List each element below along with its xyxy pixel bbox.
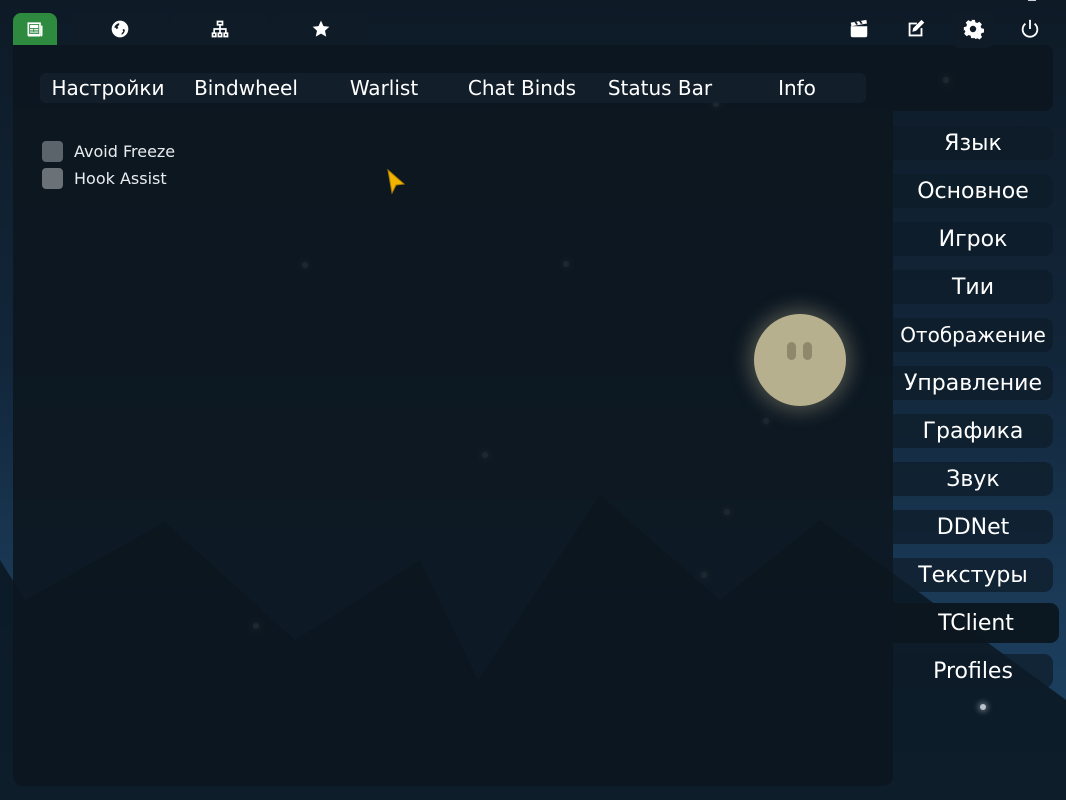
tab-settings[interactable]: Настройки: [40, 73, 176, 103]
power-icon: [1021, 19, 1039, 38]
menu-tclient[interactable]: TClient: [893, 603, 1059, 643]
tab-news[interactable]: [13, 13, 57, 45]
star-icon: [312, 20, 330, 37]
tab-chat-binds[interactable]: Chat Binds: [453, 73, 591, 103]
moon-eye: [803, 342, 812, 360]
star: [980, 704, 986, 710]
menu-language[interactable]: Язык: [893, 126, 1053, 160]
tab-info[interactable]: Info: [728, 73, 866, 103]
menu-label: Язык: [944, 131, 1002, 156]
menu-label: Profiles: [933, 659, 1013, 684]
menu-general[interactable]: Основное: [893, 174, 1053, 208]
menu-label: Отображение: [900, 323, 1046, 347]
menu-sound[interactable]: Звук: [893, 462, 1053, 496]
tab-internet[interactable]: [71, 13, 169, 45]
window-minimize-mark: [1028, 0, 1036, 1]
menu-tee[interactable]: Тии: [893, 270, 1053, 304]
quit-button[interactable]: [1009, 10, 1051, 48]
menu-label: TClient: [938, 611, 1014, 636]
avoid-freeze-option[interactable]: Avoid Freeze: [42, 140, 175, 162]
settings-button[interactable]: [952, 10, 994, 48]
demos-button[interactable]: [838, 10, 880, 48]
hook-assist-label: Hook Assist: [74, 168, 167, 188]
clapperboard-icon: [850, 19, 868, 38]
avoid-freeze-checkbox[interactable]: [42, 140, 63, 162]
network-icon: [211, 20, 229, 38]
menu-label: Звук: [946, 467, 1000, 492]
globe-icon: [111, 20, 129, 38]
edit-icon: [908, 19, 925, 37]
moon-face: [754, 314, 846, 406]
tab-warlist[interactable]: Warlist: [315, 73, 453, 103]
sub-tab-bar: Настройки Bindwheel Warlist Chat Binds S…: [40, 73, 866, 103]
menu-label: Графика: [922, 419, 1024, 444]
moon-eye: [787, 342, 796, 360]
gear-icon: [963, 19, 984, 40]
menu-label: Текстуры: [918, 563, 1028, 588]
menu-label: Основное: [917, 179, 1029, 204]
tab-status-bar[interactable]: Status Bar: [591, 73, 729, 103]
tab-lan[interactable]: [171, 13, 269, 45]
menu-profiles[interactable]: Profiles: [893, 654, 1053, 688]
newspaper-icon: [27, 22, 43, 37]
settings-panel-top-right: [893, 45, 1053, 111]
menu-controls[interactable]: Управление: [893, 366, 1053, 400]
editor-button[interactable]: [895, 10, 937, 48]
menu-label: DDNet: [936, 515, 1010, 540]
avoid-freeze-label: Avoid Freeze: [74, 141, 176, 161]
menu-textures[interactable]: Текстуры: [893, 558, 1053, 592]
hook-assist-checkbox[interactable]: [42, 167, 63, 189]
tab-bindwheel[interactable]: Bindwheel: [177, 73, 315, 103]
menu-label: Тии: [951, 275, 995, 300]
mouse-cursor-icon: [387, 168, 406, 194]
menu-appearance[interactable]: Отображение: [893, 318, 1053, 352]
menu-ddnet[interactable]: DDNet: [893, 510, 1053, 544]
menu-graphics[interactable]: Графика: [893, 414, 1053, 448]
hook-assist-option[interactable]: Hook Assist: [42, 167, 167, 189]
menu-label: Управление: [903, 371, 1042, 396]
menu-label: Игрок: [938, 227, 1008, 252]
tab-favorites[interactable]: [272, 13, 370, 45]
menu-player[interactable]: Игрок: [893, 222, 1053, 256]
